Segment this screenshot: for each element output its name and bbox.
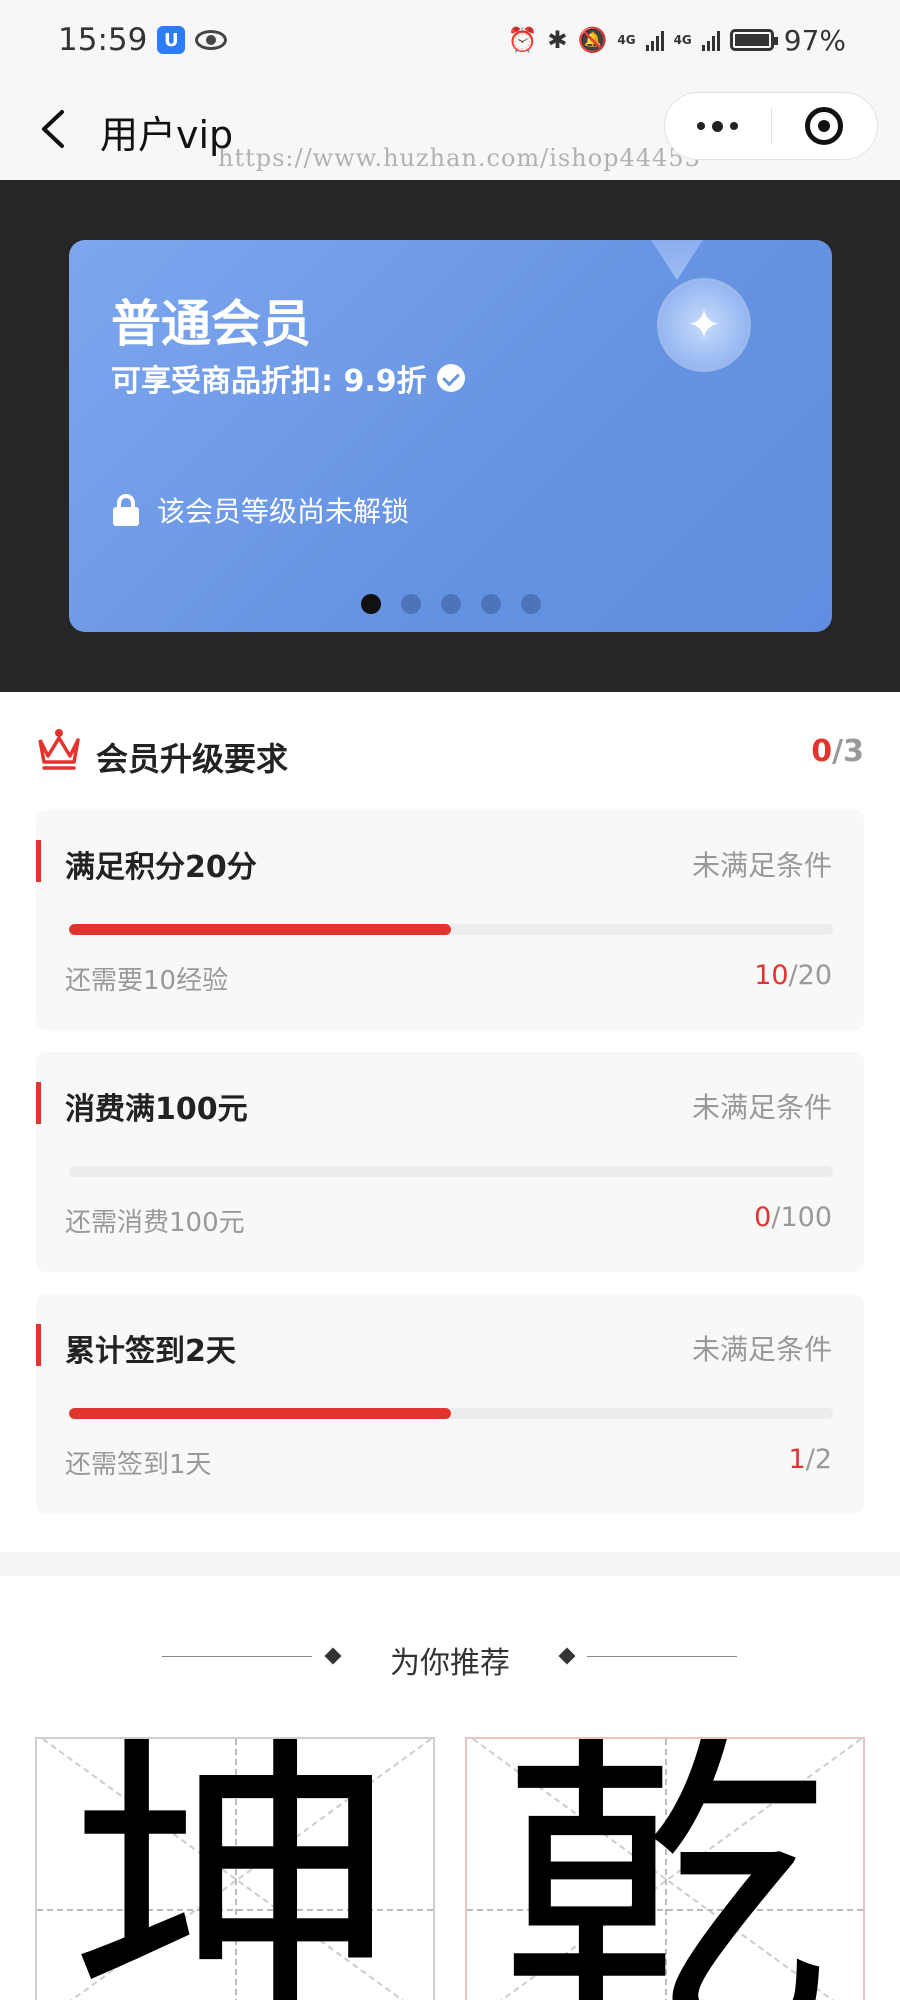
- requirement-progress: 1/2: [789, 1444, 832, 1475]
- ribbon-icon: [651, 240, 703, 280]
- requirement-status: 未满足条件: [691, 1091, 832, 1124]
- signal-icon: [645, 29, 664, 51]
- nav-bar: 用户vip https://www.huzhan.com/ishop44453: [0, 80, 900, 180]
- carousel-dots: [69, 594, 832, 614]
- discount-row: 可享受商品折扣: 9.9折: [111, 356, 465, 400]
- product-image-glyph: 乾: [500, 1737, 830, 2000]
- back-icon[interactable]: [34, 108, 76, 150]
- alarm-icon: ⏰: [507, 26, 538, 54]
- requirement-card: 消费满100元 未满足条件 还需消费100元 0/100: [36, 1052, 864, 1272]
- requirement-status: 未满足条件: [691, 1333, 832, 1366]
- met-count: 0: [811, 734, 833, 769]
- eye-icon: [195, 30, 228, 50]
- status-bar: 15:59 U ⏰ ✱ 🔕 4G 4G 97%: [0, 0, 900, 80]
- app-badge-icon: U: [157, 26, 186, 54]
- progress-track: [69, 1166, 833, 1177]
- decor-line: [587, 1656, 737, 1657]
- battery-percent: 97%: [783, 23, 846, 57]
- requirement-hint: 还需要10经验: [65, 966, 229, 996]
- carousel-dot[interactable]: [360, 594, 381, 614]
- requirements-header: 会员升级要求 0/3: [0, 692, 900, 810]
- requirement-progress: 10/20: [754, 960, 832, 991]
- vip-hero: 普通会员 可享受商品折扣: 9.9折 该会员等级尚未解锁: [0, 180, 900, 692]
- requirement-card: 累计签到2天 未满足条件 还需签到1天 1/2: [36, 1294, 864, 1514]
- progress-target: /100: [771, 1202, 832, 1233]
- lock-icon: [113, 494, 139, 526]
- progress-target: /2: [805, 1444, 832, 1475]
- battery-icon: [729, 29, 778, 51]
- progress-track: [69, 924, 833, 935]
- progress-fill: [69, 1408, 451, 1419]
- close-target-icon[interactable]: [772, 93, 878, 159]
- bluetooth-icon: ✱: [547, 26, 568, 54]
- total-count: /3: [832, 734, 864, 769]
- requirement-hint: 还需签到1天: [65, 1450, 212, 1480]
- medal-icon: [661, 282, 747, 368]
- page-title: 用户vip: [100, 113, 234, 157]
- accent-bar: [36, 1082, 41, 1124]
- carousel-dot[interactable]: [480, 594, 501, 614]
- product-card[interactable]: 乾: [465, 1737, 865, 2000]
- progress-target: /20: [788, 960, 832, 991]
- vip-level-card[interactable]: 普通会员 可享受商品折扣: 9.9折 该会员等级尚未解锁: [69, 240, 832, 632]
- accent-bar: [36, 1324, 41, 1366]
- recommend-title: 为你推荐: [390, 1646, 510, 1681]
- lock-row: 该会员等级尚未解锁: [113, 490, 409, 530]
- progress-current: 10: [754, 960, 789, 991]
- requirements-count: 0/3: [811, 734, 864, 769]
- carousel-dot[interactable]: [520, 594, 541, 614]
- carousel-dot[interactable]: [440, 594, 461, 614]
- watermark-text: https://www.huzhan.com/ishop44453: [218, 144, 701, 172]
- requirement-status: 未满足条件: [691, 849, 832, 882]
- level-name: 普通会员: [111, 295, 311, 353]
- status-left: 15:59 U: [58, 22, 228, 58]
- signal-icon: [701, 29, 720, 51]
- status-time: 15:59: [58, 22, 148, 58]
- crown-icon: [38, 729, 80, 770]
- verified-badge-icon: [436, 364, 465, 392]
- recommend-header: 为你推荐: [0, 1618, 900, 1698]
- product-image-glyph: 坤: [70, 1737, 400, 2000]
- requirement-name: 累计签到2天: [65, 1334, 236, 1369]
- section-divider: [0, 1552, 900, 1576]
- progress-current: 1: [788, 1444, 806, 1475]
- discount-text: 可享受商品折扣: 9.9折: [111, 364, 427, 399]
- progress-current: 0: [754, 1202, 772, 1233]
- network-label-right: 4G: [673, 33, 692, 47]
- progress-track: [69, 1408, 833, 1419]
- status-right: ⏰ ✱ 🔕 4G 4G 97%: [507, 24, 846, 57]
- requirement-hint: 还需消费100元: [65, 1208, 245, 1238]
- mini-program-capsule: [664, 92, 878, 160]
- requirement-name: 消费满100元: [65, 1092, 248, 1127]
- requirement-name: 满足积分20分: [65, 850, 257, 885]
- more-icon[interactable]: [665, 93, 771, 159]
- carousel-dot[interactable]: [400, 594, 421, 614]
- requirement-card: 满足积分20分 未满足条件 还需要10经验 10/20: [36, 810, 864, 1030]
- network-label-left: 4G: [617, 33, 636, 47]
- requirement-progress: 0/100: [754, 1202, 832, 1233]
- progress-fill: [69, 924, 451, 935]
- requirements-title: 会员升级要求: [96, 740, 289, 778]
- lock-text: 该会员等级尚未解锁: [157, 495, 410, 528]
- mute-icon: 🔕: [577, 26, 608, 54]
- accent-bar: [36, 840, 41, 882]
- product-card[interactable]: 坤: [35, 1737, 435, 2000]
